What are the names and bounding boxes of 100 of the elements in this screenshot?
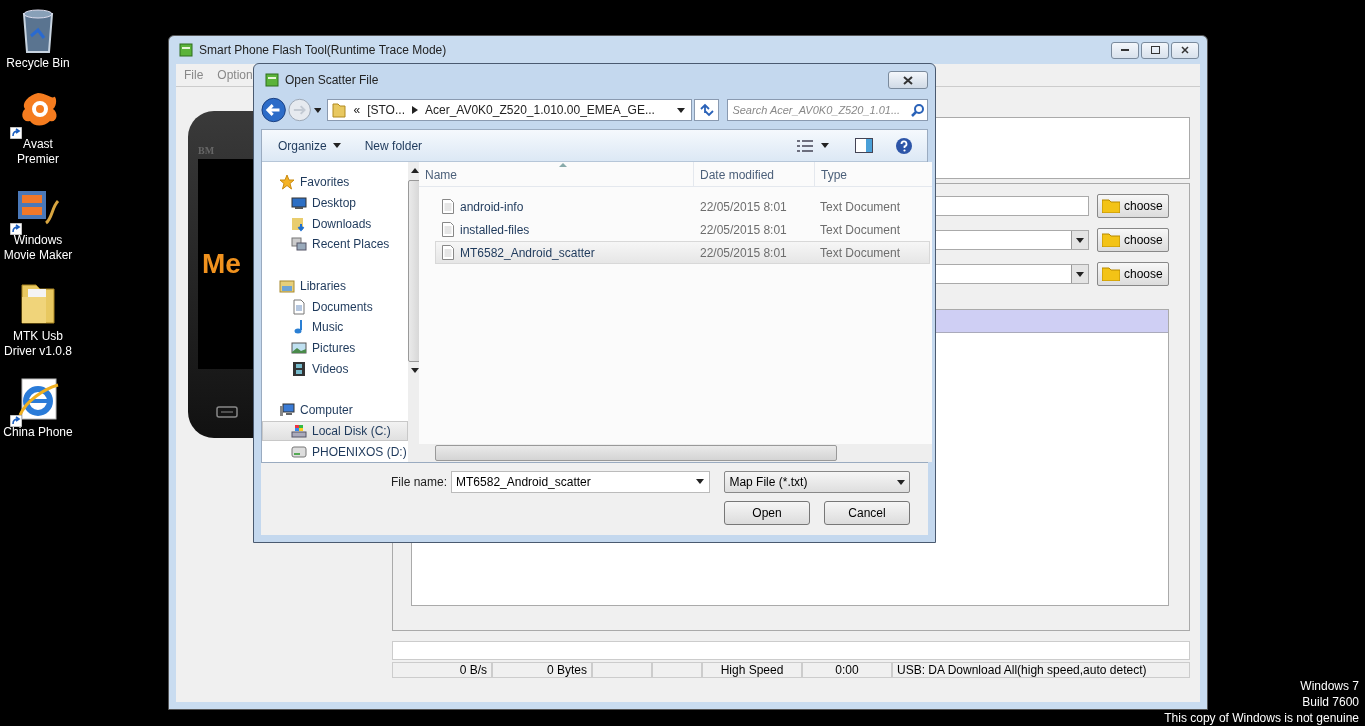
nav-tree-item[interactable]: Documents: [262, 296, 408, 318]
folder-icon: [1102, 267, 1120, 281]
breadcrumb-arrow-icon[interactable]: [411, 106, 418, 114]
file-type-dropdown[interactable]: Map File (*.txt): [724, 471, 910, 493]
document-icon: [291, 298, 307, 315]
breadcrumb-overflow[interactable]: «: [353, 103, 361, 117]
desktop-icon-label[interactable]: China Phone: [2, 425, 74, 440]
monitor-icon: [291, 195, 307, 211]
dropdown-caret-icon: [696, 479, 705, 484]
horizontal-scrollbar[interactable]: [419, 444, 932, 462]
nav-tree-item[interactable]: Videos: [262, 358, 408, 380]
caret-icon: [332, 143, 341, 148]
type-text: Text Document: [820, 222, 901, 237]
file-row[interactable]: android-info 22/05/2015 8:01 Text Document: [435, 195, 930, 218]
folder-icon: [332, 102, 347, 118]
nav-tree-item[interactable]: Favorites: [262, 172, 408, 193]
search-icon: [911, 103, 925, 117]
refresh-button[interactable]: [694, 99, 720, 121]
nav-tree-item[interactable]: PHOENIXOS (D:): [262, 441, 408, 463]
nav-tree-item[interactable]: Music: [262, 317, 408, 338]
dropdown-caret-icon: [1076, 271, 1084, 277]
windows-notice-text: Windows 7: [1300, 678, 1359, 694]
dropdown-caret-icon: [1076, 237, 1084, 243]
file-name-label: File name:: [391, 475, 448, 489]
file-name-field[interactable]: MT6582_Android_scatter: [451, 471, 711, 493]
address-caret-icon: [677, 107, 685, 113]
dialog-title: Open Scatter File: [285, 73, 379, 87]
desktop-icon-label[interactable]: MTK Usb Driver v1.0.8: [2, 329, 74, 359]
breadcrumb-item[interactable]: [STO...: [367, 103, 405, 117]
hard-disk-icon: [291, 423, 307, 440]
recent-places-icon: [291, 236, 307, 253]
date-text: 22/05/2015 8:01: [700, 199, 788, 214]
app-icon: [265, 73, 279, 87]
dialog-button[interactable]: Cancel: [824, 501, 910, 525]
column-header[interactable]: Date modified: [694, 162, 815, 186]
close-button[interactable]: [1171, 41, 1199, 59]
nav-tree-item[interactable]: Downloads: [262, 213, 408, 234]
close-button[interactable]: [888, 71, 928, 89]
screen-logo-text: Me: [202, 248, 241, 280]
app-icon: [179, 43, 193, 57]
nav-tree-item[interactable]: Local Disk (C:): [262, 420, 408, 442]
refresh-arrows-icon: [698, 103, 715, 117]
close-icon: [1181, 46, 1189, 54]
dialog-button[interactable]: Open: [724, 501, 810, 525]
date-text: 22/05/2015 8:01: [700, 245, 788, 260]
file-name-text: MT6582_Android_scatter: [460, 245, 595, 260]
folder-icon: [1102, 199, 1120, 213]
file-name-text: android-info: [460, 199, 524, 214]
view-list-icon[interactable]: [797, 139, 813, 152]
maximize-icon: [1150, 46, 1160, 54]
organize-button[interactable]: Organize: [270, 134, 349, 157]
address-bar[interactable]: « [STO... Acer_AV0K0_Z520_1.010.00_EMEA_GE...: [327, 99, 692, 121]
search-field[interactable]: Search Acer_AV0K0_Z520_1.01...: [727, 99, 928, 121]
preview-pane-icon[interactable]: [855, 138, 873, 153]
nav-tree-item[interactable]: Recent Places: [262, 234, 408, 255]
close-icon: [903, 75, 913, 85]
windows-notice-text: This copy of Windows is not genuine: [1164, 710, 1359, 726]
file-row[interactable]: installed-files 22/05/2015 8:01 Text Document: [435, 218, 930, 241]
library-icon: [279, 278, 295, 294]
nav-tree-item[interactable]: Computer: [262, 400, 408, 421]
history-caret-icon: [313, 107, 322, 113]
type-text: Text Document: [820, 199, 901, 214]
folder-icon: [1102, 233, 1120, 247]
new-folder-button[interactable]: New folder: [356, 134, 431, 157]
folder-icon: [291, 215, 307, 232]
computer-icon: [279, 402, 295, 419]
drive-icon: [291, 443, 307, 460]
choose-button[interactable]: choose: [1097, 228, 1169, 252]
minimize-icon: [1121, 49, 1129, 51]
nav-tree-item[interactable]: Libraries: [262, 275, 408, 297]
text-file-icon: [442, 222, 454, 237]
status-cell: 0 B/s: [392, 662, 492, 678]
scroll-down-icon: [410, 367, 419, 373]
desktop-icon-label[interactable]: Avast Premier: [2, 137, 74, 167]
choose-button[interactable]: choose: [1097, 262, 1169, 286]
type-text: Text Document: [820, 245, 901, 260]
status-cell: 0 Bytes: [492, 662, 592, 678]
film-icon: [291, 360, 307, 377]
scroll-up-icon: [410, 167, 419, 173]
column-header[interactable]: Type: [815, 162, 932, 186]
minimize-button[interactable]: [1111, 41, 1139, 59]
desktop-icon-label[interactable]: Windows Movie Maker: [2, 233, 74, 263]
text-file-icon: [442, 245, 454, 260]
nav-tree-item[interactable]: Desktop: [262, 192, 408, 214]
breadcrumb-item[interactable]: Acer_AV0K0_Z520_1.010.00_EMEA_GE...: [424, 103, 655, 117]
view-caret-icon: [821, 143, 829, 148]
dropdown-caret-icon: [897, 479, 905, 485]
nav-tree-item[interactable]: Pictures: [262, 337, 408, 359]
choose-button[interactable]: choose: [1097, 194, 1169, 218]
maximize-button[interactable]: [1141, 41, 1169, 59]
text-file-icon: [442, 199, 454, 214]
help-icon[interactable]: [895, 136, 913, 155]
status-cell: USB: DA Download All(high speed,auto detect): [892, 662, 1190, 678]
status-cell: [652, 662, 702, 678]
status-cell: High Speed: [702, 662, 802, 678]
file-row[interactable]: MT6582_Android_scatter 22/05/2015 8:01 Text Document: [435, 241, 930, 264]
file-name-text: installed-files: [460, 222, 530, 237]
menu-key-icon: [216, 406, 238, 418]
window-title: Smart Phone Flash Tool(Runtime Trace Mode): [199, 43, 447, 57]
desktop-icon-label[interactable]: Recycle Bin: [2, 56, 74, 71]
